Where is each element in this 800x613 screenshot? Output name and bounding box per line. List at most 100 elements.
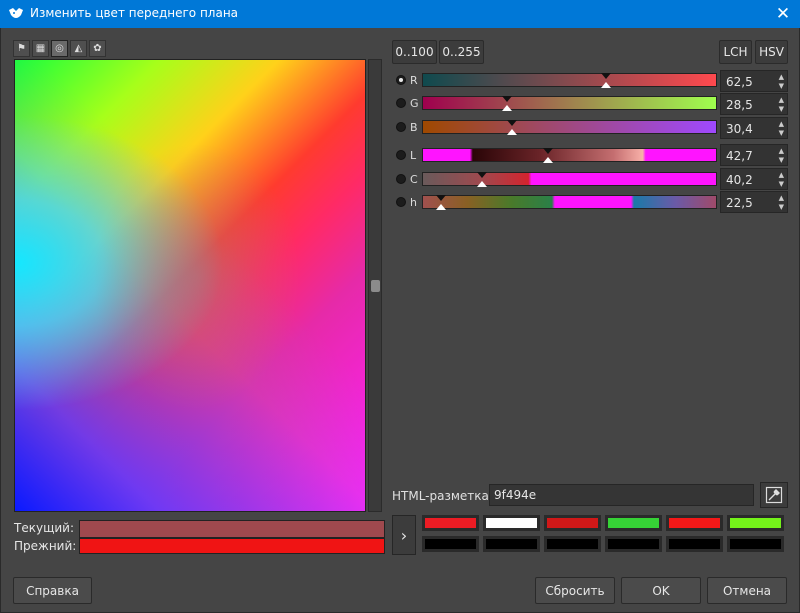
history-swatch-top-1[interactable]	[483, 515, 540, 531]
channel-value-g: 28,5	[726, 98, 753, 112]
spin-down-icon[interactable]: ▼	[779, 181, 784, 188]
channel-radio-h[interactable]	[396, 197, 406, 207]
channel-slider-l[interactable]	[422, 148, 717, 163]
channel-letter-l: L	[410, 149, 417, 162]
history-swatch-top-4[interactable]	[666, 515, 723, 531]
ok-button[interactable]: OK	[621, 577, 701, 604]
history-color-fill	[486, 539, 537, 549]
history-color-fill	[730, 518, 781, 528]
current-color-swatch	[79, 520, 385, 538]
spin-up-icon[interactable]: ▲	[779, 74, 784, 81]
channel-radio-r[interactable]	[396, 75, 406, 85]
color-wheel-icon: ◎	[55, 43, 64, 54]
color-picker-area[interactable]	[14, 59, 366, 512]
spin-up-icon[interactable]: ▲	[779, 97, 784, 104]
history-swatch-bottom-4[interactable]	[666, 536, 723, 552]
range-0-255-button[interactable]: 0..255	[439, 40, 484, 64]
channel-letter-b: B	[410, 121, 418, 134]
channel-slider-r[interactable]	[422, 73, 717, 88]
spin-down-icon[interactable]: ▼	[779, 204, 784, 211]
channel-radio-l[interactable]	[396, 150, 406, 160]
history-color-fill	[425, 539, 476, 549]
channel-radio-c[interactable]	[396, 174, 406, 184]
cmyk-icon: ▦	[35, 43, 46, 54]
channel-slider-h[interactable]	[422, 195, 717, 210]
channel-letter-c: C	[410, 173, 418, 186]
history-swatch-bottom-2[interactable]	[544, 536, 601, 552]
spin-down-icon[interactable]: ▼	[779, 83, 784, 90]
spin-up-icon[interactable]: ▲	[779, 195, 784, 202]
channel-letter-r: R	[410, 74, 418, 87]
history-swatch-bottom-3[interactable]	[605, 536, 662, 552]
cmyk-selector-tab[interactable]: ▦	[32, 40, 49, 57]
history-swatch-bottom-1[interactable]	[483, 536, 540, 552]
history-color-fill	[486, 518, 537, 528]
current-color-label: Текущий:	[14, 521, 75, 535]
history-color-fill	[608, 539, 659, 549]
html-notation-input[interactable]	[489, 484, 754, 506]
add-to-history-button[interactable]: ›	[392, 515, 416, 555]
spin-down-icon[interactable]: ▼	[779, 157, 784, 164]
history-color-fill	[608, 518, 659, 528]
triangle-selector-tab[interactable]: ◭	[70, 40, 87, 57]
slider-knob[interactable]	[371, 280, 380, 292]
channel-value-r: 62,5	[726, 75, 753, 89]
channel-slider-c[interactable]	[422, 172, 717, 187]
history-swatch-top-5[interactable]	[727, 515, 784, 531]
channel-spin-l[interactable]: 42,7 ▲ ▼	[720, 144, 788, 166]
channel-slider-g[interactable]	[422, 96, 717, 111]
history-color-fill	[669, 518, 720, 528]
history-color-fill	[547, 518, 598, 528]
spin-up-icon[interactable]: ▲	[779, 121, 784, 128]
reset-button[interactable]: Сбросить	[535, 577, 615, 604]
chevron-right-icon: ›	[400, 525, 408, 545]
cancel-button[interactable]: Отмена	[707, 577, 787, 604]
history-swatch-top-0[interactable]	[422, 515, 479, 531]
spin-down-icon[interactable]: ▼	[779, 106, 784, 113]
history-swatch-bottom-0[interactable]	[422, 536, 479, 552]
eyedropper-icon	[765, 486, 783, 504]
history-color-fill	[730, 539, 781, 549]
history-swatch-top-2[interactable]	[544, 515, 601, 531]
spin-up-icon[interactable]: ▲	[779, 172, 784, 179]
title-bar: Изменить цвет переднего плана ✕	[0, 0, 800, 28]
color-selector-tabs: ⚑ ▦ ◎ ◭ ✿	[13, 40, 106, 58]
channel-slider-b[interactable]	[422, 120, 717, 135]
range-0-100-button[interactable]: 0..100	[392, 40, 437, 64]
channel-radio-g[interactable]	[396, 98, 406, 108]
channel-value-b: 30,4	[726, 122, 753, 136]
history-color-fill	[669, 539, 720, 549]
history-color-fill	[547, 539, 598, 549]
channel-spin-b[interactable]: 30,4 ▲ ▼	[720, 117, 788, 139]
watercolor-selector-tab[interactable]: ✿	[89, 40, 106, 57]
help-button[interactable]: Справка	[13, 577, 92, 604]
gimp-icon	[9, 8, 23, 18]
channel-spin-g[interactable]: 28,5 ▲ ▼	[720, 93, 788, 115]
gimp-selector-tab[interactable]: ⚑	[13, 40, 30, 57]
channel-spin-r[interactable]: 62,5 ▲ ▼	[720, 70, 788, 92]
channel-value-l: 42,7	[726, 149, 753, 163]
history-color-fill	[425, 518, 476, 528]
lch-button[interactable]: LCH	[719, 40, 752, 64]
spin-down-icon[interactable]: ▼	[779, 130, 784, 137]
watercolor-icon: ✿	[93, 43, 102, 54]
channel-letter-h: h	[410, 196, 417, 209]
channel-value-c: 40,2	[726, 173, 753, 187]
close-button[interactable]: ✕	[766, 0, 800, 28]
close-icon: ✕	[775, 4, 791, 24]
spin-up-icon[interactable]: ▲	[779, 148, 784, 155]
channel-value-h: 22,5	[726, 196, 753, 210]
history-swatch-top-3[interactable]	[605, 515, 662, 531]
previous-color-label: Прежний:	[14, 539, 77, 553]
window-title: Изменить цвет переднего плана	[30, 6, 239, 20]
history-swatch-bottom-5[interactable]	[727, 536, 784, 552]
wheel-selector-tab[interactable]: ◎	[51, 40, 68, 57]
channel-radio-b[interactable]	[396, 122, 406, 132]
picker-vertical-slider[interactable]	[368, 59, 382, 512]
html-notation-label: HTML-разметка:	[392, 489, 493, 503]
channel-spin-h[interactable]: 22,5 ▲ ▼	[720, 191, 788, 213]
eyedropper-button[interactable]	[760, 482, 788, 508]
previous-color-swatch[interactable]	[79, 538, 385, 554]
hsv-button[interactable]: HSV	[755, 40, 788, 64]
channel-spin-c[interactable]: 40,2 ▲ ▼	[720, 168, 788, 190]
